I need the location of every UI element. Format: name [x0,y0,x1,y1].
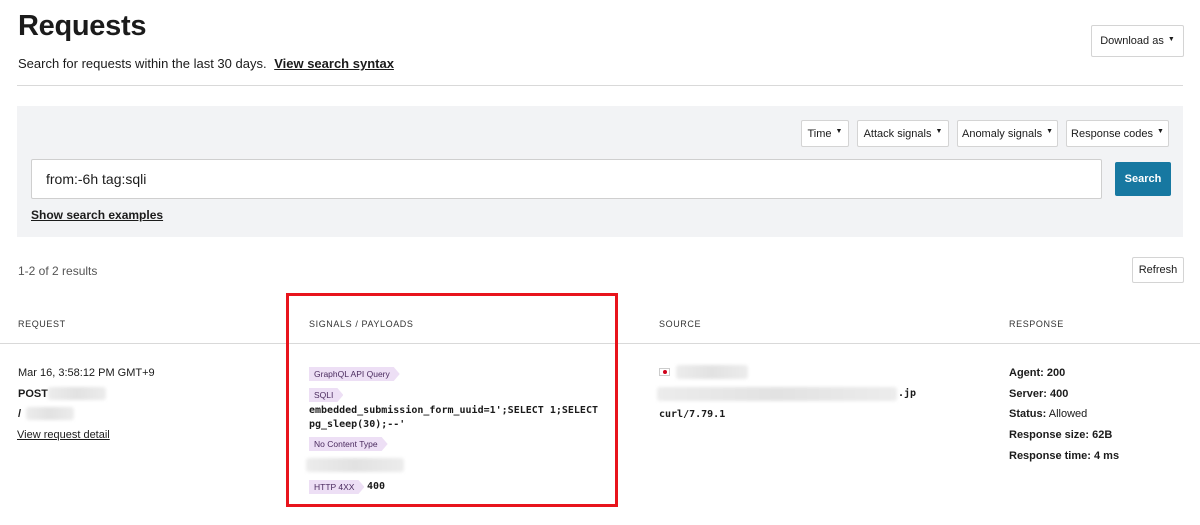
header-divider [17,85,1183,86]
column-header-response: RESPONSE [1009,319,1064,329]
caret-down-icon: ▼ [835,128,843,135]
view-request-detail-link[interactable]: View request detail [17,429,110,441]
results-count: 1-2 of 2 results [18,264,98,278]
attack-signals-label: Attack signals [863,127,932,140]
page-title: Requests [18,10,147,42]
response-time: Response time: 4 ms [1009,450,1120,462]
anomaly-signals-filter-button[interactable]: Anomaly signals ▼ [957,120,1058,147]
caret-down-icon: ▼ [935,128,943,135]
redacted-hostname [657,387,897,401]
request-path: / [18,408,22,420]
request-method: POST [18,388,48,400]
flag-dot [663,370,667,374]
search-panel: Time ▼ Attack signals ▼ Anomaly signals … [17,106,1183,237]
redacted-ip [676,365,748,379]
highlight-annotation-box [286,293,618,507]
show-search-examples-link[interactable]: Show search examples [31,208,163,222]
caret-down-icon: ▼ [1167,35,1175,43]
redacted-host [48,387,106,400]
response-codes-filter-button[interactable]: Response codes ▼ [1066,120,1169,147]
download-as-button[interactable]: Download as ▼ [1091,25,1184,57]
search-input[interactable] [31,159,1102,199]
response-codes-label: Response codes [1071,127,1153,140]
attack-signals-filter-button[interactable]: Attack signals ▼ [857,120,949,147]
time-filter-label: Time [807,127,832,140]
japan-flag-icon [659,368,670,376]
source-host-suffix: .jp [898,388,917,399]
source-user-agent: curl/7.79.1 [659,409,726,420]
subtitle-text: Search for requests within the last 30 d… [18,56,267,71]
caret-down-icon: ▼ [1046,128,1054,135]
response-server: Server: 400 [1009,388,1069,400]
column-header-source: SOURCE [659,319,702,329]
request-timestamp: Mar 16, 3:58:12 PM GMT+9 [18,367,155,379]
time-filter-button[interactable]: Time ▼ [801,120,849,147]
response-size: Response size: 62B [1009,429,1113,441]
caret-down-icon: ▼ [1157,128,1164,135]
download-as-label: Download as [1100,35,1164,47]
refresh-button[interactable]: Refresh [1132,257,1184,283]
anomaly-signals-label: Anomaly signals [961,127,1043,140]
redacted-path [26,407,74,420]
response-status: Status: Allowed [1009,408,1088,420]
search-button[interactable]: Search [1115,162,1171,196]
view-search-syntax-link[interactable]: View search syntax [274,56,394,71]
response-agent: Agent: 200 [1009,367,1066,379]
column-header-request: REQUEST [18,319,66,329]
page-subtitle: Search for requests within the last 30 d… [18,56,394,71]
